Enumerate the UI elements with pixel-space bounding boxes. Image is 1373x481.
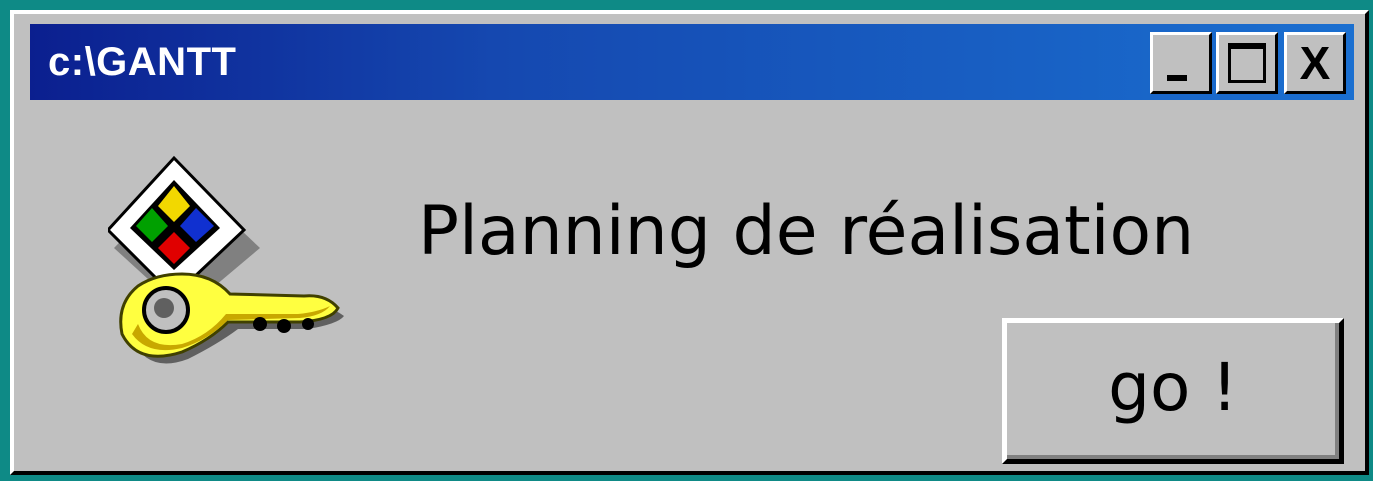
- maximize-button[interactable]: [1216, 32, 1278, 94]
- minimize-icon: [1167, 75, 1187, 81]
- close-button[interactable]: X: [1284, 32, 1346, 94]
- dialog-message: Planning de réalisation: [418, 192, 1195, 271]
- close-icon: X: [1299, 37, 1331, 89]
- go-button-label: go !: [1108, 348, 1238, 426]
- key-icon: [108, 155, 344, 364]
- maximize-icon: [1228, 43, 1266, 83]
- dialog-window: c:\GANTT X Planning de réalisation go !: [10, 10, 1369, 475]
- minimize-button[interactable]: [1150, 32, 1212, 94]
- go-button[interactable]: go !: [1002, 318, 1344, 464]
- title-bar[interactable]: c:\GANTT X: [30, 24, 1354, 100]
- window-title: c:\GANTT: [48, 40, 237, 84]
